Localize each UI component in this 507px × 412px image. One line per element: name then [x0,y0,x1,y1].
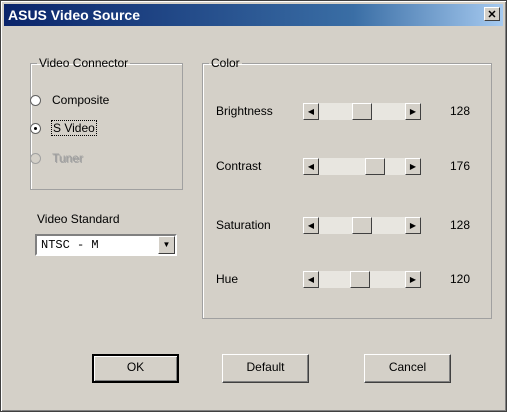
title-bar[interactable]: ASUS Video Source ✕ [4,4,503,26]
brightness-slider[interactable]: ◀ ▶ [303,103,421,120]
video-standard-value[interactable]: NTSC - M [41,238,99,252]
contrast-value: 176 [450,159,471,173]
hue-value: 120 [450,272,471,286]
hue-slider-thumb[interactable] [350,271,370,288]
saturation-slider[interactable]: ◀ ▶ [303,217,421,234]
contrast-label: Contrast [216,159,262,173]
close-button[interactable]: ✕ [484,7,500,21]
contrast-slider-thumb[interactable] [365,158,385,175]
brightness-value: 128 [450,104,471,118]
saturation-left-arrow-icon[interactable]: ◀ [303,217,319,234]
radio-tuner-indicator [30,153,41,164]
hue-slider[interactable]: ◀ ▶ [303,271,421,288]
radio-composite-label[interactable]: Composite [52,93,109,107]
brightness-label: Brightness [216,104,273,118]
window-title: ASUS Video Source [8,7,141,23]
video-standard-label: Video Standard [37,212,120,226]
video-standard-select[interactable]: NTSC - M ▼ [35,234,177,256]
chevron-down-icon[interactable]: ▼ [158,236,175,254]
radio-tuner-label: Tuner [52,151,83,165]
hue-left-arrow-icon[interactable]: ◀ [303,271,319,288]
brightness-slider-thumb[interactable] [352,103,372,120]
contrast-slider[interactable]: ◀ ▶ [303,158,421,175]
saturation-right-arrow-icon[interactable]: ▶ [405,217,421,234]
video-connector-legend: Video Connector [39,56,129,70]
cancel-button[interactable]: Cancel [364,354,451,383]
radio-s-video-indicator[interactable] [30,123,41,134]
radio-s-video-label[interactable]: S Video [51,120,97,136]
saturation-label: Saturation [216,218,271,232]
saturation-slider-thumb[interactable] [352,217,372,234]
saturation-value: 128 [450,218,471,232]
color-legend: Color [211,56,240,70]
radio-composite-indicator[interactable] [30,95,41,106]
brightness-left-arrow-icon[interactable]: ◀ [303,103,319,120]
contrast-right-arrow-icon[interactable]: ▶ [405,158,421,175]
hue-right-arrow-icon[interactable]: ▶ [405,271,421,288]
hue-label: Hue [216,272,239,286]
brightness-right-arrow-icon[interactable]: ▶ [405,103,421,120]
default-button[interactable]: Default [222,354,309,383]
ok-button[interactable]: OK [92,354,179,383]
contrast-left-arrow-icon[interactable]: ◀ [303,158,319,175]
